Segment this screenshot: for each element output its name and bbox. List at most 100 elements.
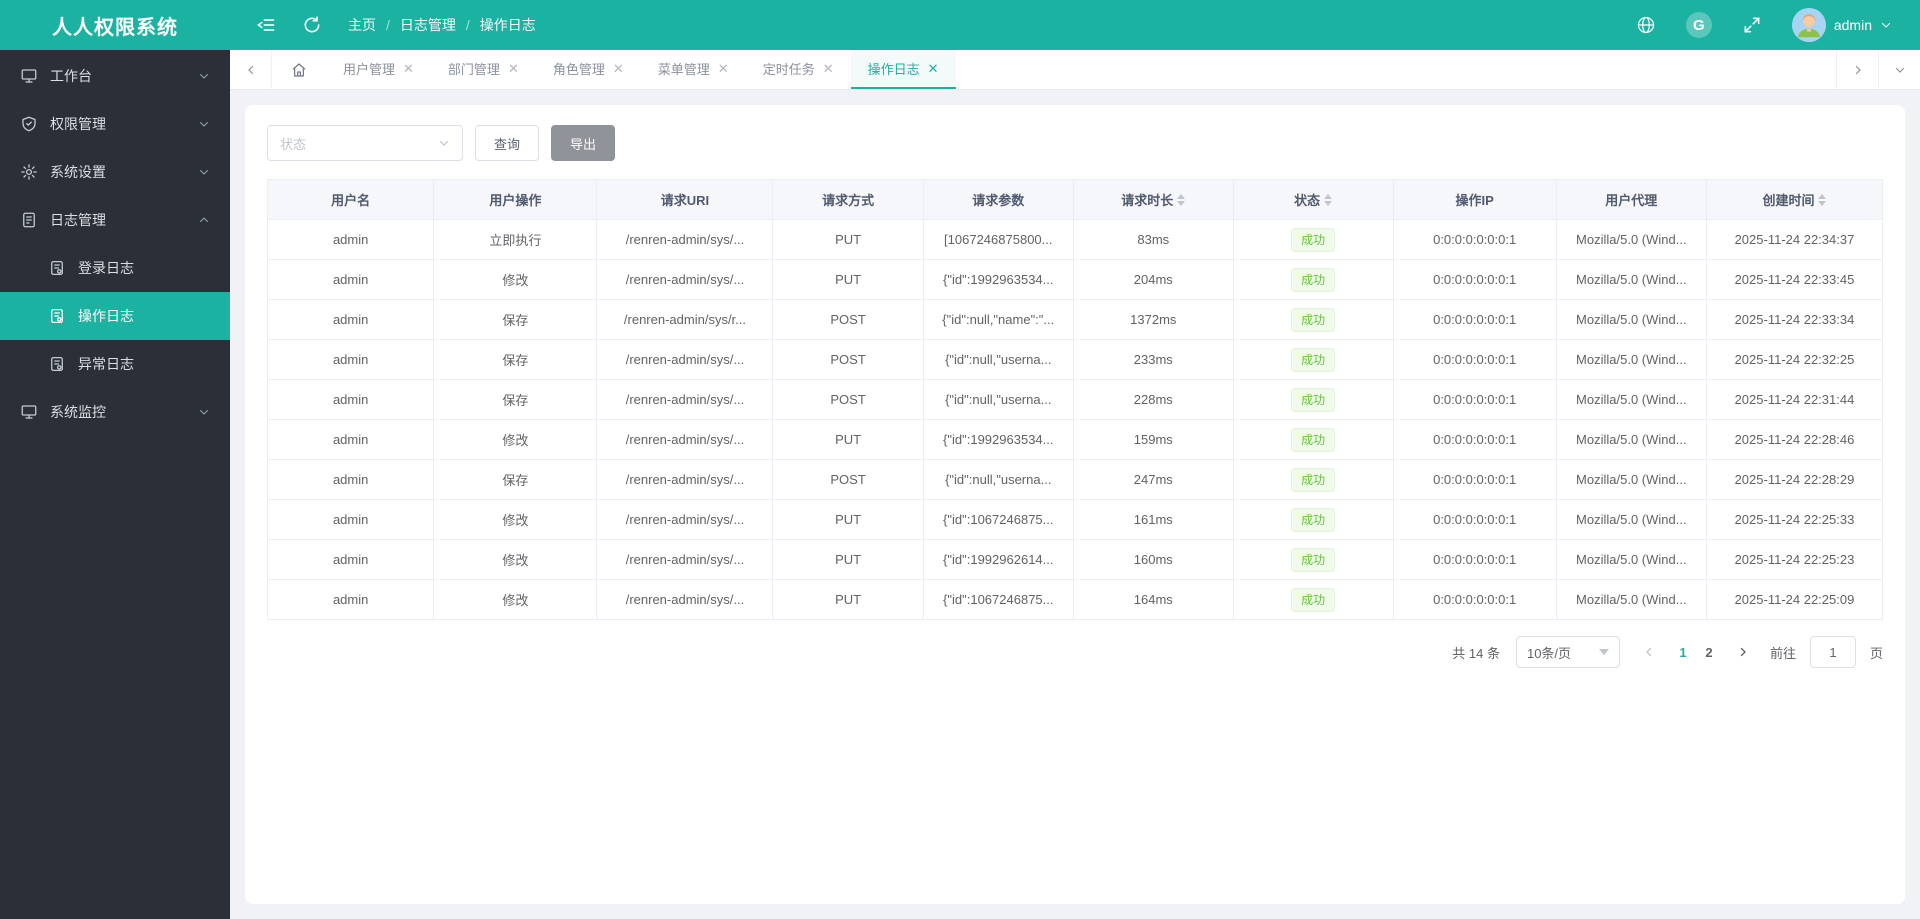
top-header: 人人权限系统 主页 / 日志管理 / 操作日志 G admin bbox=[0, 0, 1920, 50]
table-cell: Mozilla/5.0 (Wind... bbox=[1555, 419, 1707, 460]
table-cell: 247ms bbox=[1072, 459, 1234, 500]
table-cell: 保存 bbox=[433, 459, 598, 500]
table-cell: 0:0:0:0:0:0:0:1 bbox=[1392, 579, 1557, 620]
table-cell: 修改 bbox=[433, 259, 598, 300]
collapse-sidebar-icon[interactable] bbox=[256, 15, 276, 35]
table-cell: Mozilla/5.0 (Wind... bbox=[1555, 579, 1707, 620]
breadcrumb-item[interactable]: 操作日志 bbox=[480, 15, 536, 35]
chevron-down-icon bbox=[1598, 649, 1609, 655]
table-row: admin 立即执行/renren-admin/sys/... PUT [106724… bbox=[266, 219, 1884, 260]
table-cell: Mozilla/5.0 (Wind... bbox=[1555, 259, 1707, 300]
page-content: 状态 查询 导出 用户名 用户操作 请求URI 请求方式 请求参数 请求时长 状… bbox=[230, 90, 1920, 919]
refresh-icon[interactable] bbox=[302, 15, 322, 35]
table-cell: /renren-admin/sys/r... bbox=[596, 299, 774, 340]
tabs-menu-button[interactable] bbox=[1878, 50, 1920, 89]
table-row: admin 保存/renren-admin/sys/r... POST {"id":n… bbox=[266, 299, 1884, 340]
breadcrumb-item[interactable]: 日志管理 bbox=[400, 15, 456, 35]
sidebar-subitem[interactable]: 登录日志 bbox=[0, 244, 230, 292]
user-menu[interactable]: admin bbox=[1791, 8, 1892, 42]
table-cell: 修改 bbox=[433, 579, 598, 620]
column-header[interactable]: 状态 bbox=[1232, 179, 1394, 220]
prev-page-button[interactable] bbox=[1636, 636, 1662, 668]
table-cell: 2025-11-24 22:33:45 bbox=[1705, 259, 1884, 300]
language-globe-icon[interactable] bbox=[1636, 15, 1656, 35]
close-tab-icon[interactable]: ✕ bbox=[403, 62, 414, 75]
close-tab-icon[interactable]: ✕ bbox=[508, 62, 519, 75]
sidebar-item[interactable]: 工作台 bbox=[0, 52, 230, 100]
status-cell: 成功 bbox=[1232, 419, 1394, 460]
close-tab-icon[interactable]: ✕ bbox=[823, 62, 834, 75]
table-cell: 2025-11-24 22:25:09 bbox=[1705, 579, 1884, 620]
sidebar-subitem[interactable]: 操作日志 bbox=[0, 292, 230, 340]
close-tab-icon[interactable]: ✕ bbox=[928, 62, 939, 75]
brand-logo: 人人权限系统 bbox=[52, 16, 178, 39]
tab-item[interactable]: 定时任务 ✕ bbox=[746, 50, 851, 89]
table-cell: PUT bbox=[772, 499, 924, 540]
tab-item[interactable]: 部门管理 ✕ bbox=[431, 50, 536, 89]
table-row: admin 保存/renren-admin/sys/... POST {"id":nu… bbox=[266, 459, 1884, 500]
table-row: admin 修改/renren-admin/sys/... PUT {"id":106… bbox=[266, 579, 1884, 620]
tab-item[interactable]: 菜单管理 ✕ bbox=[641, 50, 746, 89]
monitor-icon bbox=[20, 403, 38, 421]
tabs-scroll-left-button[interactable] bbox=[230, 50, 272, 89]
table-cell: /renren-admin/sys/... bbox=[596, 499, 774, 540]
status-cell: 成功 bbox=[1232, 219, 1394, 260]
home-tab[interactable] bbox=[272, 50, 326, 89]
table-cell: admin bbox=[266, 419, 435, 460]
table-cell: admin bbox=[266, 579, 435, 620]
sidebar-subitem[interactable]: 异常日志 bbox=[0, 340, 230, 388]
column-header: 用户代理 bbox=[1555, 179, 1707, 220]
table-cell: {"id":null,"userna... bbox=[922, 379, 1074, 420]
tab-label: 部门管理 bbox=[447, 62, 500, 77]
table-cell: PUT bbox=[772, 219, 924, 260]
table-cell: 0:0:0:0:0:0:0:1 bbox=[1392, 459, 1557, 500]
log-icon bbox=[20, 211, 38, 229]
gitee-icon[interactable]: G bbox=[1685, 12, 1712, 38]
column-header[interactable]: 请求时长 bbox=[1072, 179, 1234, 220]
sidebar-item[interactable]: 日志管理 bbox=[0, 196, 230, 244]
table-cell: /renren-admin/sys/... bbox=[596, 219, 774, 260]
status-badge: 成功 bbox=[1291, 347, 1336, 372]
sort-caret-icon[interactable] bbox=[1818, 193, 1827, 206]
sort-caret-icon[interactable] bbox=[1324, 193, 1333, 206]
table-cell: 修改 bbox=[433, 419, 598, 460]
page-number[interactable]: 2 bbox=[1696, 636, 1722, 668]
table-cell: 0:0:0:0:0:0:0:1 bbox=[1392, 379, 1557, 420]
table-row: admin 保存/renren-admin/sys/... POST {"id":nu… bbox=[266, 339, 1884, 380]
status-badge: 成功 bbox=[1291, 587, 1336, 612]
sidebar-item-label: 系统设置 bbox=[50, 164, 106, 180]
close-tab-icon[interactable]: ✕ bbox=[718, 62, 729, 75]
tab-item[interactable]: 用户管理 ✕ bbox=[326, 50, 431, 89]
sidebar-item[interactable]: 系统监控 bbox=[0, 388, 230, 436]
tab-item[interactable]: 角色管理 ✕ bbox=[536, 50, 641, 89]
chevron-down-icon bbox=[198, 70, 210, 82]
column-header: 用户名 bbox=[266, 179, 435, 220]
sidebar-item[interactable]: 系统设置 bbox=[0, 148, 230, 196]
query-button[interactable]: 查询 bbox=[475, 125, 540, 161]
close-tab-icon[interactable]: ✕ bbox=[613, 62, 624, 75]
status-select[interactable]: 状态 bbox=[267, 125, 463, 161]
table-cell: 0:0:0:0:0:0:0:1 bbox=[1392, 299, 1557, 340]
tabs-scroll-right-button[interactable] bbox=[1836, 50, 1878, 89]
breadcrumb-item[interactable]: 主页 bbox=[348, 15, 376, 35]
column-header-label: 用户名 bbox=[331, 193, 371, 208]
page-number[interactable]: 1 bbox=[1670, 636, 1696, 668]
next-page-button[interactable] bbox=[1730, 636, 1756, 668]
tabs-container: 用户管理 ✕ 部门管理 ✕ 角色管理 ✕ 菜单管理 ✕ 定时任务 ✕ 操作日志 … bbox=[326, 50, 956, 89]
goto-page-input[interactable] bbox=[1809, 636, 1856, 668]
page-size-select[interactable]: 10条/页 bbox=[1515, 636, 1620, 668]
status-badge: 成功 bbox=[1291, 427, 1336, 452]
table-cell: {"id":1992962614... bbox=[922, 539, 1074, 580]
export-button[interactable]: 导出 bbox=[551, 125, 616, 161]
column-header[interactable]: 创建时间 bbox=[1705, 179, 1884, 220]
sidebar-item[interactable]: 权限管理 bbox=[0, 100, 230, 148]
sidebar-menu: 工作台 权限管理 系统设置 日志管理 登录日志 操作日志 异常日志 系统监控 bbox=[0, 52, 230, 436]
tab-active[interactable]: 操作日志 ✕ bbox=[850, 50, 956, 89]
table-cell: {"id":null,"name":"... bbox=[922, 299, 1074, 340]
fullscreen-icon[interactable] bbox=[1742, 15, 1762, 35]
table-cell: admin bbox=[266, 259, 435, 300]
status-badge: 成功 bbox=[1291, 227, 1336, 252]
pagination-total: 共 14 条 bbox=[1452, 645, 1500, 661]
sort-caret-icon[interactable] bbox=[1177, 193, 1186, 206]
column-header-label: 请求URI bbox=[660, 193, 710, 208]
